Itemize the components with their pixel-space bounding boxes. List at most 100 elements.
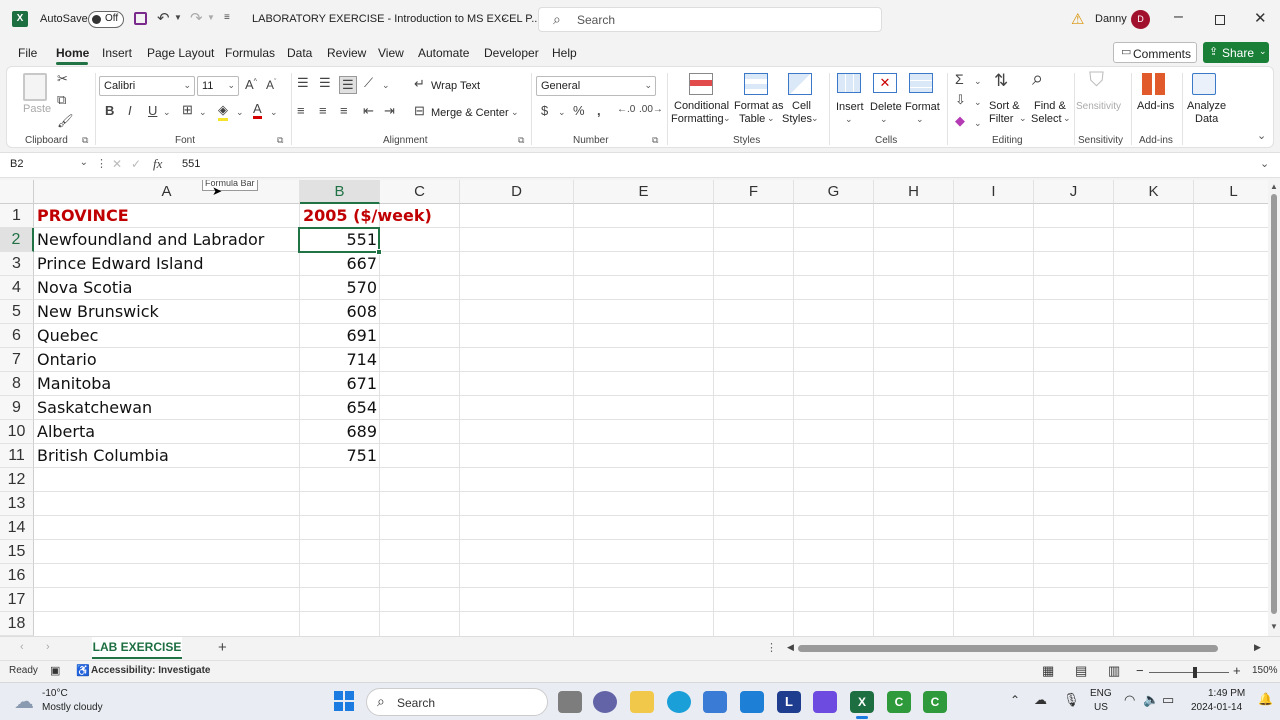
row-header-17[interactable]: 17 [0, 588, 34, 612]
sort-filter-label[interactable]: Sort & [989, 100, 1020, 113]
menu-review[interactable]: Review [327, 46, 366, 60]
comments-button[interactable]: ▭ Comments [1113, 42, 1197, 63]
cell-b1[interactable]: 2005 ($/week) [303, 204, 432, 228]
cell-a9[interactable]: Saskatchewan [37, 396, 152, 420]
menu-formulas[interactable]: Formulas [225, 46, 275, 60]
row-header-9[interactable]: 9 [0, 396, 34, 420]
analyze-data-icon[interactable] [1192, 73, 1216, 95]
row-header-3[interactable]: 3 [0, 252, 34, 276]
battery-icon[interactable]: ▭ [1162, 692, 1174, 708]
menu-insert[interactable]: Insert [102, 46, 132, 60]
cut-icon[interactable]: ✂ [57, 71, 68, 87]
cell-a5[interactable]: New Brunswick [37, 300, 159, 324]
redo-icon[interactable]: ↷ [190, 9, 203, 27]
align-top-icon[interactable]: ☰ [297, 75, 309, 91]
merge-center-button[interactable]: Merge & Center [431, 107, 509, 120]
column-header-j[interactable]: J [1034, 180, 1114, 204]
column-header-i[interactable]: I [954, 180, 1034, 204]
expand-formula-icon[interactable]: ⌄ [1260, 157, 1269, 170]
conditional-formatting-icon[interactable] [689, 73, 713, 95]
video-app-icon[interactable] [813, 691, 837, 713]
insert-cells-icon[interactable] [837, 73, 861, 93]
cell-a6[interactable]: Quebec [37, 324, 98, 348]
column-header-l[interactable]: L [1194, 180, 1268, 204]
customize-toolbar-icon[interactable]: ≡ [224, 12, 230, 23]
zoom-in-icon[interactable]: + [1233, 663, 1241, 678]
cell-styles-label-2[interactable]: Styles [782, 113, 812, 126]
cell-styles-label[interactable]: Cell [792, 100, 811, 113]
scroll-down-icon[interactable]: ▼ [1270, 622, 1278, 631]
cell-styles-icon[interactable] [788, 73, 812, 95]
column-header-f[interactable]: F [714, 180, 794, 204]
insert-function-icon[interactable]: fx [153, 156, 162, 172]
cell-a7[interactable]: Ontario [37, 348, 97, 372]
menu-view[interactable]: View [378, 46, 404, 60]
row-header-2[interactable]: 2 [0, 228, 34, 252]
scroll-thumb[interactable] [1271, 194, 1277, 614]
weather-temp[interactable]: -10°C [42, 688, 68, 699]
increase-decimal-icon[interactable]: ←.0 [617, 104, 635, 115]
column-header-d[interactable]: D [460, 180, 574, 204]
macro-record-icon[interactable]: ▣ [50, 664, 60, 677]
zoom-slider[interactable] [1149, 672, 1229, 673]
task-view-icon[interactable] [558, 691, 582, 713]
undo-dropdown-icon[interactable]: ▼ [174, 13, 182, 22]
currency-dropdown-icon[interactable]: ⌄ [558, 107, 566, 118]
column-header-k[interactable]: K [1114, 180, 1194, 204]
format-cells-icon[interactable] [909, 73, 933, 93]
clear-icon[interactable]: ◆ [955, 113, 965, 129]
weather-desc[interactable]: Mostly cloudy [42, 702, 103, 713]
row-header-18[interactable]: 18 [0, 612, 34, 636]
font-color-dropdown-icon[interactable]: ⌄ [270, 107, 278, 118]
borders-icon[interactable]: ⊞ [182, 102, 193, 118]
warning-icon[interactable]: ⚠ [1071, 10, 1084, 28]
row-header-1[interactable]: 1 [0, 204, 34, 228]
row-header-14[interactable]: 14 [0, 516, 34, 540]
decrease-font-icon[interactable]: Aˇ [266, 78, 276, 92]
select-all-corner[interactable] [0, 180, 34, 204]
chevron-down-icon[interactable]: ⌄ [880, 114, 888, 125]
add-ins-button[interactable]: Add-ins [1137, 100, 1174, 113]
cell-a3[interactable]: Prince Edward Island [37, 252, 204, 276]
format-painter-icon[interactable]: 🖌 [57, 113, 74, 129]
column-header-b[interactable]: B [300, 180, 380, 204]
zoom-out-icon[interactable]: − [1136, 663, 1144, 678]
microphone-icon[interactable]: 🎙 [1063, 692, 1080, 708]
volume-icon[interactable]: 🔈 [1143, 692, 1159, 708]
autosave-toggle[interactable]: Off [88, 11, 124, 28]
add-ins-icon[interactable] [1142, 73, 1166, 95]
format-as-table-label[interactable]: Format as [734, 100, 784, 113]
fill-dropdown-icon[interactable]: ⌄ [236, 107, 244, 118]
cell-b9[interactable]: 654 [300, 396, 377, 420]
wifi-icon[interactable]: ◠ [1124, 692, 1135, 708]
cancel-icon[interactable]: ✕ [112, 157, 122, 171]
collapse-ribbon-icon[interactable]: ⌄ [1257, 129, 1266, 142]
document-title[interactable]: LABORATORY EXERCISE - Introduction to MS… [252, 13, 540, 25]
cell-a8[interactable]: Manitoba [37, 372, 111, 396]
chevron-down-icon[interactable]: ⌄ [974, 97, 982, 108]
more-options-icon[interactable]: ⋮ [96, 157, 107, 170]
cell-b6[interactable]: 691 [300, 324, 377, 348]
font-size-select[interactable]: 11 ⌄ [197, 76, 239, 96]
edge-browser-icon[interactable] [667, 691, 691, 713]
scroll-left-icon[interactable]: ◀ [787, 642, 794, 653]
font-name-select[interactable]: Calibri ⌄ [99, 76, 195, 96]
weather-icon[interactable]: ☁ [14, 689, 34, 714]
scroll-up-icon[interactable]: ▲ [1270, 182, 1278, 191]
row-header-11[interactable]: 11 [0, 444, 34, 468]
number-launcher-icon[interactable]: ⧉ [652, 135, 658, 146]
chevron-down-icon[interactable]: ⌄ [1019, 113, 1027, 124]
align-left-icon[interactable]: ≡ [297, 103, 305, 118]
sort-filter-label-2[interactable]: Filter [989, 113, 1013, 126]
alignment-launcher-icon[interactable]: ⧉ [518, 135, 524, 146]
merge-dropdown-icon[interactable]: ⌄ [511, 107, 519, 118]
chevron-down-icon[interactable]: ⌄ [1063, 113, 1071, 124]
paste-button[interactable]: Paste [23, 103, 51, 116]
menu-file[interactable]: File [18, 46, 37, 60]
search-box[interactable]: ⌕ Search [538, 7, 882, 32]
column-header-h[interactable]: H [874, 180, 954, 204]
chevron-down-icon[interactable]: ⌄ [811, 113, 819, 124]
column-header-a[interactable]: A [34, 180, 300, 204]
file-explorer-icon[interactable] [630, 691, 654, 713]
underline-button[interactable]: U [148, 103, 157, 118]
